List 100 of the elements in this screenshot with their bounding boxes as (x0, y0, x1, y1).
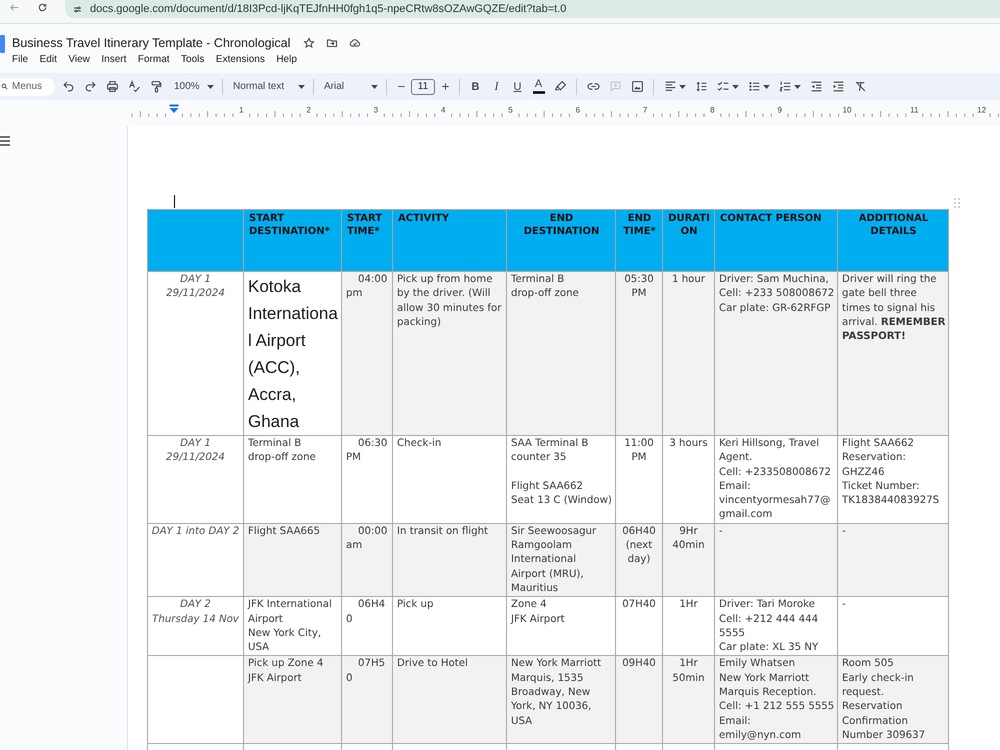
bulleted-list-icon[interactable] (748, 80, 760, 93)
cloud-icon[interactable] (349, 36, 362, 48)
table-cell: DAY 1 29/11/2024 (148, 272, 244, 436)
menu-item[interactable]: File (12, 53, 28, 66)
reload-icon[interactable] (37, 2, 48, 13)
caret-icon (207, 84, 214, 88)
caret-icon (298, 84, 305, 88)
table-cell: 06:30 PM (342, 436, 392, 524)
line-spacing-icon[interactable] (694, 80, 708, 93)
table-cell: Driver: Tari Moroke Cell: +212 444 444 5555 Car plate: XL 35 NY (714, 596, 838, 656)
spellcheck-icon[interactable] (128, 80, 140, 93)
ruler-number: 6 (576, 106, 580, 114)
paragraph-style-dropdown[interactable]: Normal text (228, 76, 308, 96)
increase-indent-icon[interactable] (832, 80, 844, 93)
table-cell: In transit on flight (392, 523, 506, 597)
color-swatch-icon (532, 91, 544, 94)
table-cell: Drive to Hotel (392, 656, 506, 744)
table-cell: Pick up Zone 4 JFK Airport (244, 656, 342, 744)
table-cell: 07H50 (342, 656, 392, 744)
table-cell: 06H40 (342, 596, 392, 656)
plus-icon[interactable] (440, 81, 450, 92)
decrease-indent-icon[interactable] (810, 80, 822, 93)
outline-icon[interactable] (0, 135, 10, 147)
address-bar[interactable]: docs.google.com/document/d/18I3Pcd-ljKqTEJfnHH0fgh1q5-npeCRtw8sOZAwGQZE/edit?tab=t.0 (65, 0, 1000, 18)
table-cell: 04:00 pm (342, 272, 392, 436)
table-cell: JFK International Airport New York City, USA (244, 596, 342, 656)
table-cell: 1Hr 50min (662, 656, 714, 744)
clear-formatting-icon[interactable] (854, 80, 866, 93)
table-cell: Zone 4 JFK Airport (506, 596, 616, 656)
table-cell: Terminal B drop-off zone (244, 436, 342, 524)
align-left-icon[interactable] (664, 80, 676, 93)
italic-button[interactable]: I (486, 76, 507, 96)
ruler-number: 5 (508, 106, 513, 114)
ruler-number: 10 (842, 106, 852, 114)
table-cell: 1 hour (662, 272, 714, 436)
ruler-number: 8 (710, 106, 715, 114)
table-cell: - (838, 596, 948, 656)
table-cell: 06H40 (next day) (616, 523, 662, 597)
ruler-number: 3 (374, 106, 378, 114)
menu-item[interactable]: Tools (181, 53, 204, 66)
table-cell: 3 hours (662, 436, 714, 524)
ruler-number: 7 (642, 106, 648, 114)
table-cell: DAY 1 29/11/2024 (148, 436, 244, 524)
table-cell: Check-in (392, 436, 506, 524)
redo-icon[interactable] (84, 80, 96, 93)
ruler-number: 12 (977, 106, 986, 114)
table-cell: DAY 2 Thursday 14 Nov (148, 596, 244, 656)
search-icon (1, 83, 8, 90)
menu-item[interactable]: View (68, 53, 90, 66)
document-title[interactable]: Business Travel Itinerary Template - Chronological (12, 36, 290, 50)
table-cell: 00:00 am (342, 523, 392, 597)
table-cell: SAA Terminal B counter 35 Flight SAA662 Seat 13 C (Window) (506, 436, 616, 524)
underline-button[interactable]: U (507, 76, 528, 96)
site-settings-icon[interactable] (73, 4, 82, 14)
indent-marker-icon[interactable] (170, 104, 178, 113)
menu-item[interactable]: Help (276, 53, 297, 66)
table-cell: 1Hr (662, 596, 714, 656)
ruler-number: 4 (440, 106, 446, 114)
print-icon[interactable] (106, 80, 118, 93)
highlighter-icon[interactable] (554, 80, 566, 93)
table-cell: 05:30 PM (616, 272, 662, 436)
table-cell: Driver: Sam Muchina, Cell: +233 508008672 Car plate: GR-62RFGP (714, 272, 838, 436)
bold-button[interactable]: B (465, 76, 486, 96)
menu-search-field[interactable]: Menus (0, 78, 55, 96)
table-cell: Pick up from home by the driver. (Will allow 30 minutes for packing) (392, 272, 506, 436)
caret-icon[interactable] (794, 84, 801, 88)
move-folder-icon[interactable] (326, 36, 338, 48)
table-cell: Flight SAA662 Reservation: GHZZ46 Ticket Number: TK183844083927S (838, 436, 948, 524)
paint-format-icon[interactable] (150, 80, 162, 93)
caret-icon[interactable] (763, 84, 770, 88)
checklist-icon[interactable] (716, 80, 730, 93)
drag-handle-icon[interactable] (954, 198, 960, 208)
menu-item[interactable]: Edit (40, 53, 57, 66)
table-cell: Sir Seewoosagur Ramgoolam International Airport (MRU), Mauritius (506, 523, 616, 597)
menu-item[interactable]: Extensions (216, 53, 265, 66)
star-icon[interactable] (303, 36, 316, 48)
caret-icon[interactable] (679, 84, 686, 88)
menu-item[interactable]: Format (138, 53, 170, 66)
table-cell: Terminal B drop-off zone (506, 272, 616, 436)
font-size-field[interactable]: 11 (411, 78, 435, 94)
table-cell: - (838, 523, 948, 597)
caret-icon[interactable] (732, 84, 739, 88)
table-cell: Keri Hillsong, Travel Agent. Cell: +233508008672 Email: vincentyormesah77@gmail.com (714, 436, 838, 524)
table-cell: Kotoka International Airport (ACC), Accra, Ghana (244, 272, 342, 436)
text-color-button[interactable]: A (528, 76, 549, 96)
table-cell: Flight SAA665 (244, 523, 342, 597)
table-cell: New York Marriott Marquis, 1535 Broadway, New York, NY 10036, USA (506, 656, 616, 744)
table-cell: 09H40 (616, 656, 662, 744)
font-dropdown[interactable]: Arial (319, 76, 381, 96)
zoom-dropdown[interactable]: 100% (169, 76, 217, 96)
table-cell: - (714, 523, 838, 597)
table-cell: 9Hr 40min (662, 523, 714, 597)
numbered-list-icon[interactable] (778, 80, 792, 93)
table-cell: 11:00 PM (616, 436, 662, 524)
ruler-number: 9 (777, 106, 782, 114)
table-cell: 07H40 (616, 596, 662, 656)
undo-icon[interactable] (62, 80, 74, 93)
ruler-number: 11 (910, 106, 918, 114)
menu-item[interactable]: Insert (101, 53, 126, 66)
image-icon[interactable] (630, 80, 644, 93)
